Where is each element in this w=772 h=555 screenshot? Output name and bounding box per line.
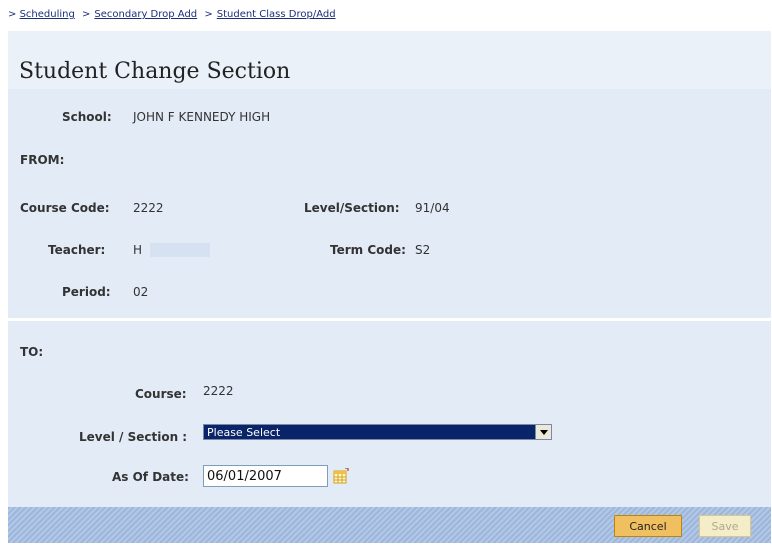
breadcrumb-link-student-class-drop-add[interactable]: Student Class Drop/Add bbox=[217, 9, 336, 20]
cancel-button[interactable]: Cancel bbox=[614, 515, 682, 537]
breadcrumb-link-secondary-drop-add[interactable]: Secondary Drop Add bbox=[94, 9, 197, 20]
dropdown-arrow-icon[interactable] bbox=[535, 425, 551, 439]
teacher-value: H bbox=[133, 243, 143, 257]
to-heading: TO: bbox=[20, 345, 44, 359]
level-section-label: Level/Section: bbox=[304, 201, 400, 215]
period-label: Period: bbox=[62, 285, 111, 299]
period-value: 02 bbox=[133, 285, 149, 299]
breadcrumb-separator: > bbox=[204, 9, 213, 20]
school-label: School: bbox=[62, 110, 112, 124]
term-code-value: S2 bbox=[415, 243, 431, 257]
term-code-label: Term Code: bbox=[330, 243, 406, 257]
level-section-select[interactable]: Please Select bbox=[203, 424, 552, 440]
school-value: JOHN F KENNEDY HIGH bbox=[133, 110, 271, 124]
to-level-section-label: Level / Section : bbox=[79, 430, 188, 444]
page-title: Student Change Section bbox=[19, 59, 291, 84]
level-section-selected-value: Please Select bbox=[207, 426, 281, 439]
as-of-date-input[interactable] bbox=[203, 465, 328, 487]
breadcrumb-link-scheduling[interactable]: Scheduling bbox=[20, 9, 75, 20]
redacted-name-block bbox=[150, 243, 210, 257]
teacher-label: Teacher: bbox=[48, 243, 106, 257]
breadcrumb-prefix: > bbox=[8, 9, 17, 20]
breadcrumb-separator: > bbox=[82, 9, 91, 20]
calendar-icon[interactable] bbox=[333, 468, 349, 484]
save-button[interactable]: Save bbox=[699, 515, 751, 537]
course-value: 2222 bbox=[203, 384, 234, 398]
course-label: Course: bbox=[135, 387, 187, 401]
course-code-value: 2222 bbox=[133, 201, 164, 215]
as-of-date-label: As Of Date: bbox=[112, 470, 189, 484]
from-heading: FROM: bbox=[20, 153, 65, 167]
title-panel: Student Change Section bbox=[8, 31, 771, 89]
breadcrumb: > Scheduling > Secondary Drop Add > Studen… bbox=[8, 9, 336, 20]
level-section-value: 91/04 bbox=[415, 201, 450, 215]
course-code-label: Course Code: bbox=[20, 201, 110, 215]
